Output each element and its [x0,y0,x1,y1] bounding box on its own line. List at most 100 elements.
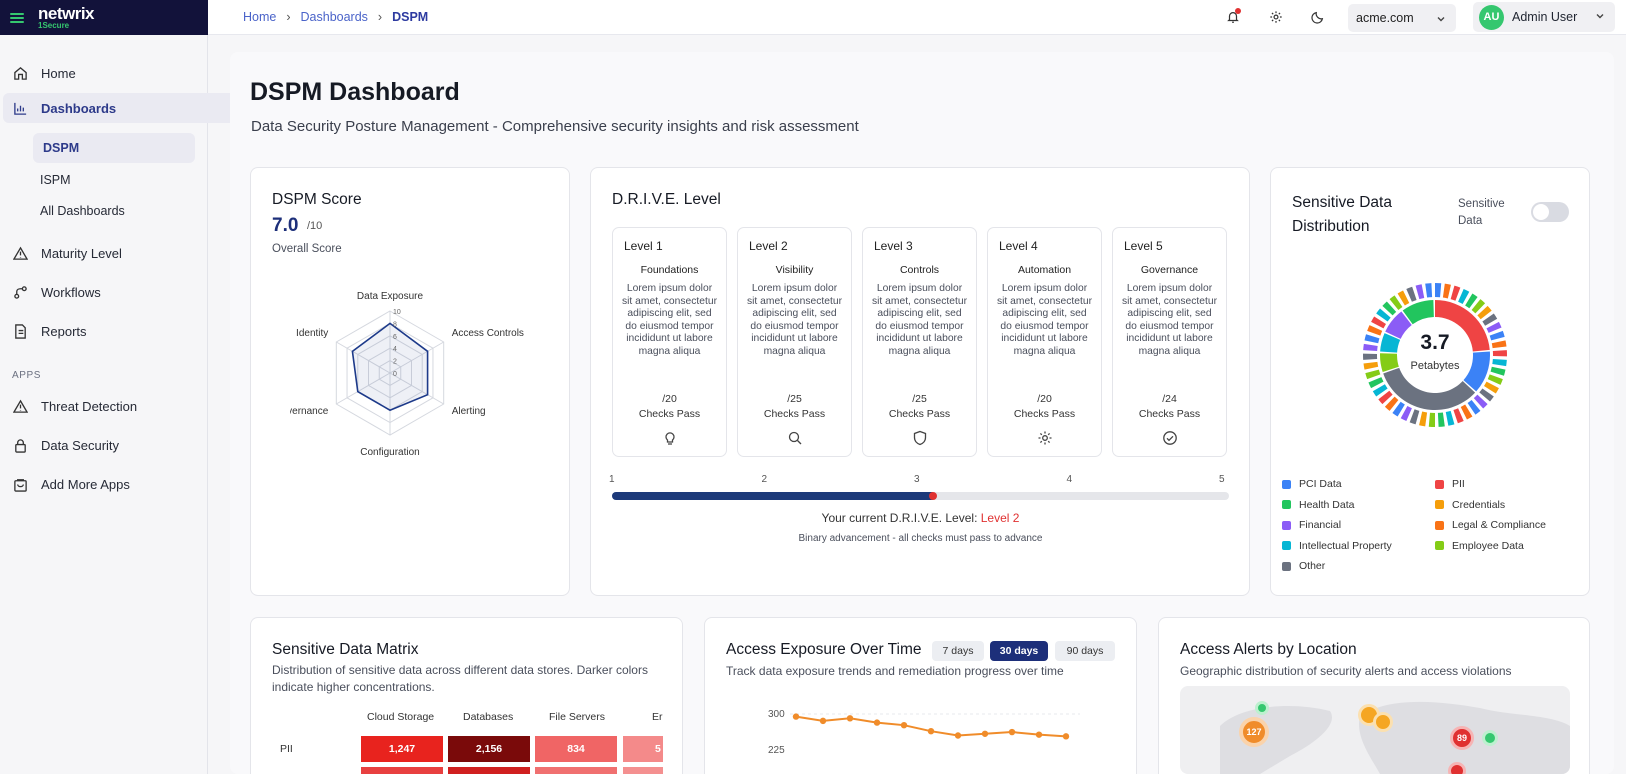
donut-outer-slice[interactable] [1453,408,1464,424]
map-marker-89[interactable]: 89 [1450,726,1474,750]
legend-swatch [1435,541,1444,550]
level-name: Governance [1140,264,1199,276]
map-marker[interactable] [1373,712,1393,732]
legend-item[interactable]: Employee Data [1435,540,1524,552]
user-menu[interactable]: AU Admin User [1473,2,1615,32]
legend-item[interactable]: Financial [1282,519,1341,531]
sidebar-item-label: Home [41,65,76,81]
map-marker[interactable] [1482,730,1498,746]
data-point[interactable] [846,715,854,722]
matrix-cell[interactable]: 2,156 [448,736,530,762]
matrix-title: Sensitive Data Matrix [272,641,419,658]
donut-outer-slice[interactable] [1437,412,1445,427]
legend-item[interactable]: Intellectual Property [1282,540,1392,552]
matrix-cell[interactable]: 1,247 [361,736,443,762]
level-title: Level 5 [1124,239,1163,253]
sidebar-sub-ispm[interactable]: ISPM [40,173,71,187]
sidebar-sub-dspm[interactable]: DSPM [33,133,195,163]
drive-level-card-1[interactable]: Level 1 Foundations Lorem ipsum dolor si… [612,227,727,457]
data-point[interactable] [873,719,881,726]
menu-icon[interactable] [10,12,24,23]
donut-outer-slice[interactable] [1487,374,1503,385]
matrix-cell[interactable] [535,767,617,774]
donut-outer-slice[interactable] [1428,412,1435,427]
drive-level-card-3[interactable]: Level 3 Controls Lorem ipsum dolor sit a… [862,227,977,457]
alerts-description: Geographic distribution of security aler… [1180,664,1512,678]
range-7-days-button[interactable]: 7 days [932,641,984,661]
legend-swatch [1282,479,1291,489]
domain-select[interactable]: acme.com [1348,4,1456,32]
warning-icon [12,398,29,415]
drive-level-card-4[interactable]: Level 4 Automation Lorem ipsum dolor sit… [987,227,1102,457]
radar-tick-label: 6 [393,334,397,341]
legend-item[interactable]: Health Data [1282,499,1354,511]
gear-icon[interactable] [1266,7,1286,27]
sensitive-data-toggle[interactable] [1531,202,1569,222]
radar-tick-label: 8 [393,321,397,328]
matrix-cell[interactable]: 5 [623,736,663,762]
sidebar-item-label: Dashboards [41,100,117,116]
level-name: Visibility [775,264,814,276]
donut-outer-slice[interactable] [1445,410,1455,426]
drive-title: D.R.I.V.E. Level [612,191,721,208]
bag-icon [12,476,29,493]
map-marker[interactable] [1448,762,1466,774]
matrix-cell[interactable] [623,767,663,774]
data-point[interactable] [981,730,989,737]
bell-icon[interactable] [1223,7,1243,27]
donut-slice[interactable] [1383,367,1476,410]
drive-level-card-5[interactable]: Level 5 Governance Lorem ipsum dolor sit… [1112,227,1227,457]
legend-item[interactable]: Credentials [1435,499,1505,511]
data-point[interactable] [1008,728,1016,736]
level-description: Lorem ipsum dolor sit amet, consectetur … [622,283,717,357]
level-checks-label: Checks Pass [888,408,951,420]
legend-item[interactable]: Legal & Compliance [1435,519,1546,531]
data-point[interactable] [954,732,962,739]
range-90-days-button[interactable]: 90 days [1055,641,1115,661]
breadcrumb-home[interactable]: Home [243,10,276,24]
range-30-days-button[interactable]: 30 days [990,641,1048,661]
donut-outer-slice[interactable] [1415,284,1425,300]
donut-outer-slice[interactable] [1435,283,1442,298]
breadcrumb-dashboards[interactable]: Dashboards [301,10,368,24]
data-point[interactable] [1035,731,1043,738]
data-point[interactable] [1062,733,1070,740]
matrix-col-header: File Servers [549,711,606,723]
page-title: DSPM Dashboard [250,78,460,106]
level-name: Controls [899,264,940,276]
legend-swatch [1435,479,1444,489]
radar-tick-label: 2 [393,359,397,366]
donut-outer-slice[interactable] [1406,286,1417,302]
data-point[interactable] [792,713,800,720]
legend-item[interactable]: Other [1282,560,1325,572]
map-marker[interactable] [1255,701,1269,715]
matrix-cell[interactable] [361,767,443,774]
data-point[interactable] [927,728,935,735]
world-map[interactable]: 127 89 [1180,686,1570,774]
level-checks: /20 [662,393,677,405]
sidebar-sub-all-dashboards[interactable]: All Dashboards [40,204,125,218]
logo[interactable]: netwrix 1Secure [38,5,95,30]
donut-outer-slice[interactable] [1442,283,1451,299]
data-point[interactable] [819,717,827,725]
check-circle-icon [1113,430,1226,446]
matrix-cell[interactable] [448,767,530,774]
donut-outer-slice[interactable] [1425,283,1433,298]
donut-outer-slice[interactable] [1450,285,1461,301]
drive-tick-label: 3 [914,474,920,485]
moon-icon[interactable] [1308,7,1328,27]
legend-swatch [1282,561,1291,571]
legend-item[interactable]: PII [1435,478,1465,490]
sensitive-toggle-label: Sensitive Data [1458,198,1505,227]
map-marker-127[interactable]: 127 [1239,717,1269,747]
donut-outer-slice[interactable] [1419,411,1428,427]
level-description: Lorem ipsum dolor sit amet, consectetur … [747,283,842,357]
data-point[interactable] [900,721,908,729]
level-title: Level 2 [749,239,788,253]
legend-item[interactable]: PCI Data [1282,478,1342,490]
lock-icon [12,437,29,454]
current-level-label: Your current D.R.I.V.E. Level: [821,511,978,525]
matrix-cell[interactable]: 834 [535,736,617,762]
drive-level-card-2[interactable]: Level 2 Visibility Lorem ipsum dolor sit… [737,227,852,457]
donut-outer-slice[interactable] [1409,409,1420,425]
